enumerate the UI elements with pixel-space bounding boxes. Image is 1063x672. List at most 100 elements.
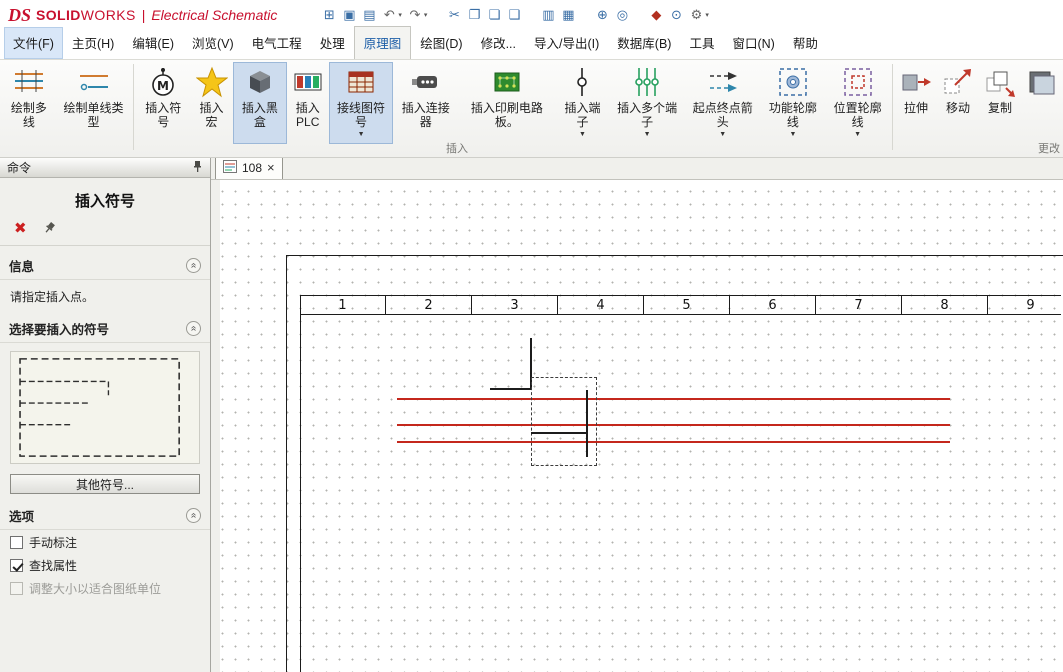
grid-dots <box>211 180 1063 672</box>
ribbon-button-insert-macro[interactable]: 插入宏 <box>190 62 233 144</box>
wire-red-2[interactable] <box>397 424 950 426</box>
zoom-in-icon[interactable]: ⊕ <box>592 5 612 25</box>
insert-doc-icon[interactable]: ▥ <box>538 5 558 25</box>
redo-caret-icon[interactable]: ▾ <box>424 11 428 19</box>
collapse-chevron-icon[interactable]: » <box>186 258 201 273</box>
print-icon[interactable]: ▤ <box>359 5 379 25</box>
ribbon-button-insert-multiple-terminals[interactable]: 插入多个端子 ▼ <box>609 62 685 144</box>
menu-item-tools[interactable]: 工具 <box>680 27 723 59</box>
ribbon-button-draw-singleline-type[interactable]: 绘制单线类型 <box>56 62 132 144</box>
menu-item-electrical-project[interactable]: 电气工程 <box>243 27 311 59</box>
dropdown-caret-icon[interactable]: ▼ <box>789 131 796 138</box>
dropdown-caret-icon[interactable]: ▼ <box>358 131 365 138</box>
ribbon-button-stretch[interactable]: 拉伸 <box>895 62 937 144</box>
schematic-canvas[interactable]: 1 2 3 4 5 6 7 8 9 <box>211 180 1063 672</box>
ribbon-button-label: 插入端子 <box>561 101 605 129</box>
panel-title: 插入符号 <box>0 190 210 211</box>
ribbon-button-function-outline[interactable]: 功能轮廓线 ▼ <box>761 62 826 144</box>
dropdown-caret-icon[interactable]: ▼ <box>854 131 861 138</box>
brand-light: WORKS <box>81 7 136 23</box>
settings-icon[interactable]: ⚙ <box>686 5 706 25</box>
menu-item-help[interactable]: 帮助 <box>784 27 827 59</box>
ribbon-button-draw-multiline[interactable]: 绘制多线 <box>2 62 56 144</box>
paste-special-icon[interactable]: ❑ <box>504 5 524 25</box>
ruler-cell: 3 <box>472 296 558 314</box>
option-label: 调整大小以适合图纸单位 <box>29 580 161 597</box>
menu-item-schematic[interactable]: 原理图 <box>354 26 412 59</box>
ribbon-button-insert-connector[interactable]: 插入连接器 <box>393 62 458 144</box>
menu-item-modify[interactable]: 修改... <box>472 27 525 59</box>
option-find-attributes[interactable]: 查找属性 <box>0 553 210 576</box>
ribbon-button-label: 插入黑盒 <box>238 101 282 129</box>
ghost-symbol-vertical-line <box>586 390 588 457</box>
copy-icon[interactable]: ❐ <box>464 5 484 25</box>
info-message: 请指定插入点。 <box>0 280 210 309</box>
menu-item-window[interactable]: 窗口(N) <box>723 27 783 59</box>
dropdown-caret-icon[interactable]: ▼ <box>719 131 726 138</box>
link-doc-icon[interactable]: ▦ <box>558 5 578 25</box>
document-tab-bar: 108 × <box>211 158 1063 180</box>
ribbon-button-insert-blackbox[interactable]: 插入黑盒 <box>233 62 287 144</box>
ribbon-button-move[interactable]: 移动 <box>937 62 979 144</box>
wire-red-1[interactable] <box>397 398 950 400</box>
collapse-chevron-icon[interactable]: » <box>186 321 201 336</box>
ribbon-button-origin-destination-arrow[interactable]: 起点终点箭头 ▼ <box>685 62 761 144</box>
menu-item-process[interactable]: 处理 <box>311 27 354 59</box>
ribbon-button-wiring-diagram-symbol[interactable]: 接线图符号 ▼ <box>329 62 394 144</box>
pin-icon[interactable] <box>192 160 203 176</box>
singleline-wire-icon <box>78 66 110 98</box>
checkbox[interactable] <box>10 559 23 572</box>
brand-bold: SOLID <box>36 7 81 23</box>
ribbon-button-label: 起点终点箭头 <box>690 101 756 129</box>
title-bar: DS SOLIDWORKS | Electrical Schematic ⊞ ▣… <box>0 0 1063 30</box>
settings-caret-icon[interactable]: ▾ <box>705 11 709 19</box>
brand-divider: | <box>142 7 146 23</box>
command-panel: 命令 插入符号 ✖ 信息 » 请指定插入点。 选择要插入的符号 » 其他符号 <box>0 158 211 672</box>
symbol-preview[interactable] <box>10 351 200 464</box>
section-title: 选项 <box>9 506 34 525</box>
star-icon <box>196 66 228 98</box>
ribbon-button-clipped[interactable] <box>1021 62 1063 144</box>
update-data-icon[interactable]: ◆ <box>646 5 666 25</box>
menu-item-draw[interactable]: 绘图(D) <box>411 27 471 59</box>
ribbon-button-insert-pcb[interactable]: 插入印刷电路板。 <box>458 62 556 144</box>
ribbon-button-insert-plc[interactable]: 插入 PLC <box>287 62 329 144</box>
ribbon-button-location-outline[interactable]: 位置轮廓线 ▼ <box>825 62 890 144</box>
paste-icon[interactable]: ❏ <box>484 5 504 25</box>
menu-item-file[interactable]: 文件(F) <box>4 27 63 59</box>
dropdown-caret-icon[interactable]: ▼ <box>644 131 651 138</box>
document-tab-108[interactable]: 108 × <box>215 157 283 179</box>
collapse-chevron-icon[interactable]: » <box>186 508 201 523</box>
tab-close-icon[interactable]: × <box>267 163 275 173</box>
pin-command-icon[interactable] <box>39 219 58 238</box>
redo-icon[interactable]: ↷ <box>405 5 425 25</box>
undo-icon[interactable]: ↶ <box>379 5 399 25</box>
wiring-table-icon <box>345 66 377 98</box>
window-icon[interactable]: ⊞ <box>319 5 339 25</box>
ribbon-button-insert-symbol[interactable]: M 插入符号 <box>136 62 190 144</box>
search-icon[interactable]: ⊙ <box>666 5 686 25</box>
other-symbols-button[interactable]: 其他符号... <box>10 474 200 494</box>
ribbon-button-copy[interactable]: 复制 <box>979 62 1021 144</box>
menu-item-edit[interactable]: 编辑(E) <box>123 27 183 59</box>
close-command-icon[interactable]: ✖ <box>14 222 27 236</box>
dropdown-caret-icon[interactable]: ▼ <box>579 131 586 138</box>
ribbon-group-strip: 插入 更改 <box>0 143 1063 157</box>
ribbon-button-insert-terminal[interactable]: 插入端子 ▼ <box>556 62 610 144</box>
ruler-cell: 4 <box>558 296 644 314</box>
ribbon: 绘制多线 绘制单线类型 M 插入符号 插入宏 插入黑盒 插入 PLC 接线图符号… <box>0 60 1063 158</box>
menu-item-library[interactable]: 数据库(B) <box>608 27 680 59</box>
menu-item-import-export[interactable]: 导入/导出(I) <box>525 27 608 59</box>
cut-icon[interactable]: ✂ <box>444 5 464 25</box>
zoom-target-icon[interactable]: ◎ <box>612 5 632 25</box>
option-manual-mark[interactable]: 手动标注 <box>0 530 210 553</box>
wire-red-3[interactable] <box>397 441 950 443</box>
ribbon-button-label: 插入符号 <box>141 101 185 129</box>
save-icon[interactable]: ▣ <box>339 5 359 25</box>
menu-item-home[interactable]: 主页(H) <box>63 27 123 59</box>
menu-item-view[interactable]: 浏览(V) <box>183 27 243 59</box>
sheet-outer-border-top <box>286 255 1063 256</box>
undo-caret-icon[interactable]: ▾ <box>398 11 402 19</box>
checkbox[interactable] <box>10 536 23 549</box>
ribbon-button-label: 拉伸 <box>904 101 928 115</box>
